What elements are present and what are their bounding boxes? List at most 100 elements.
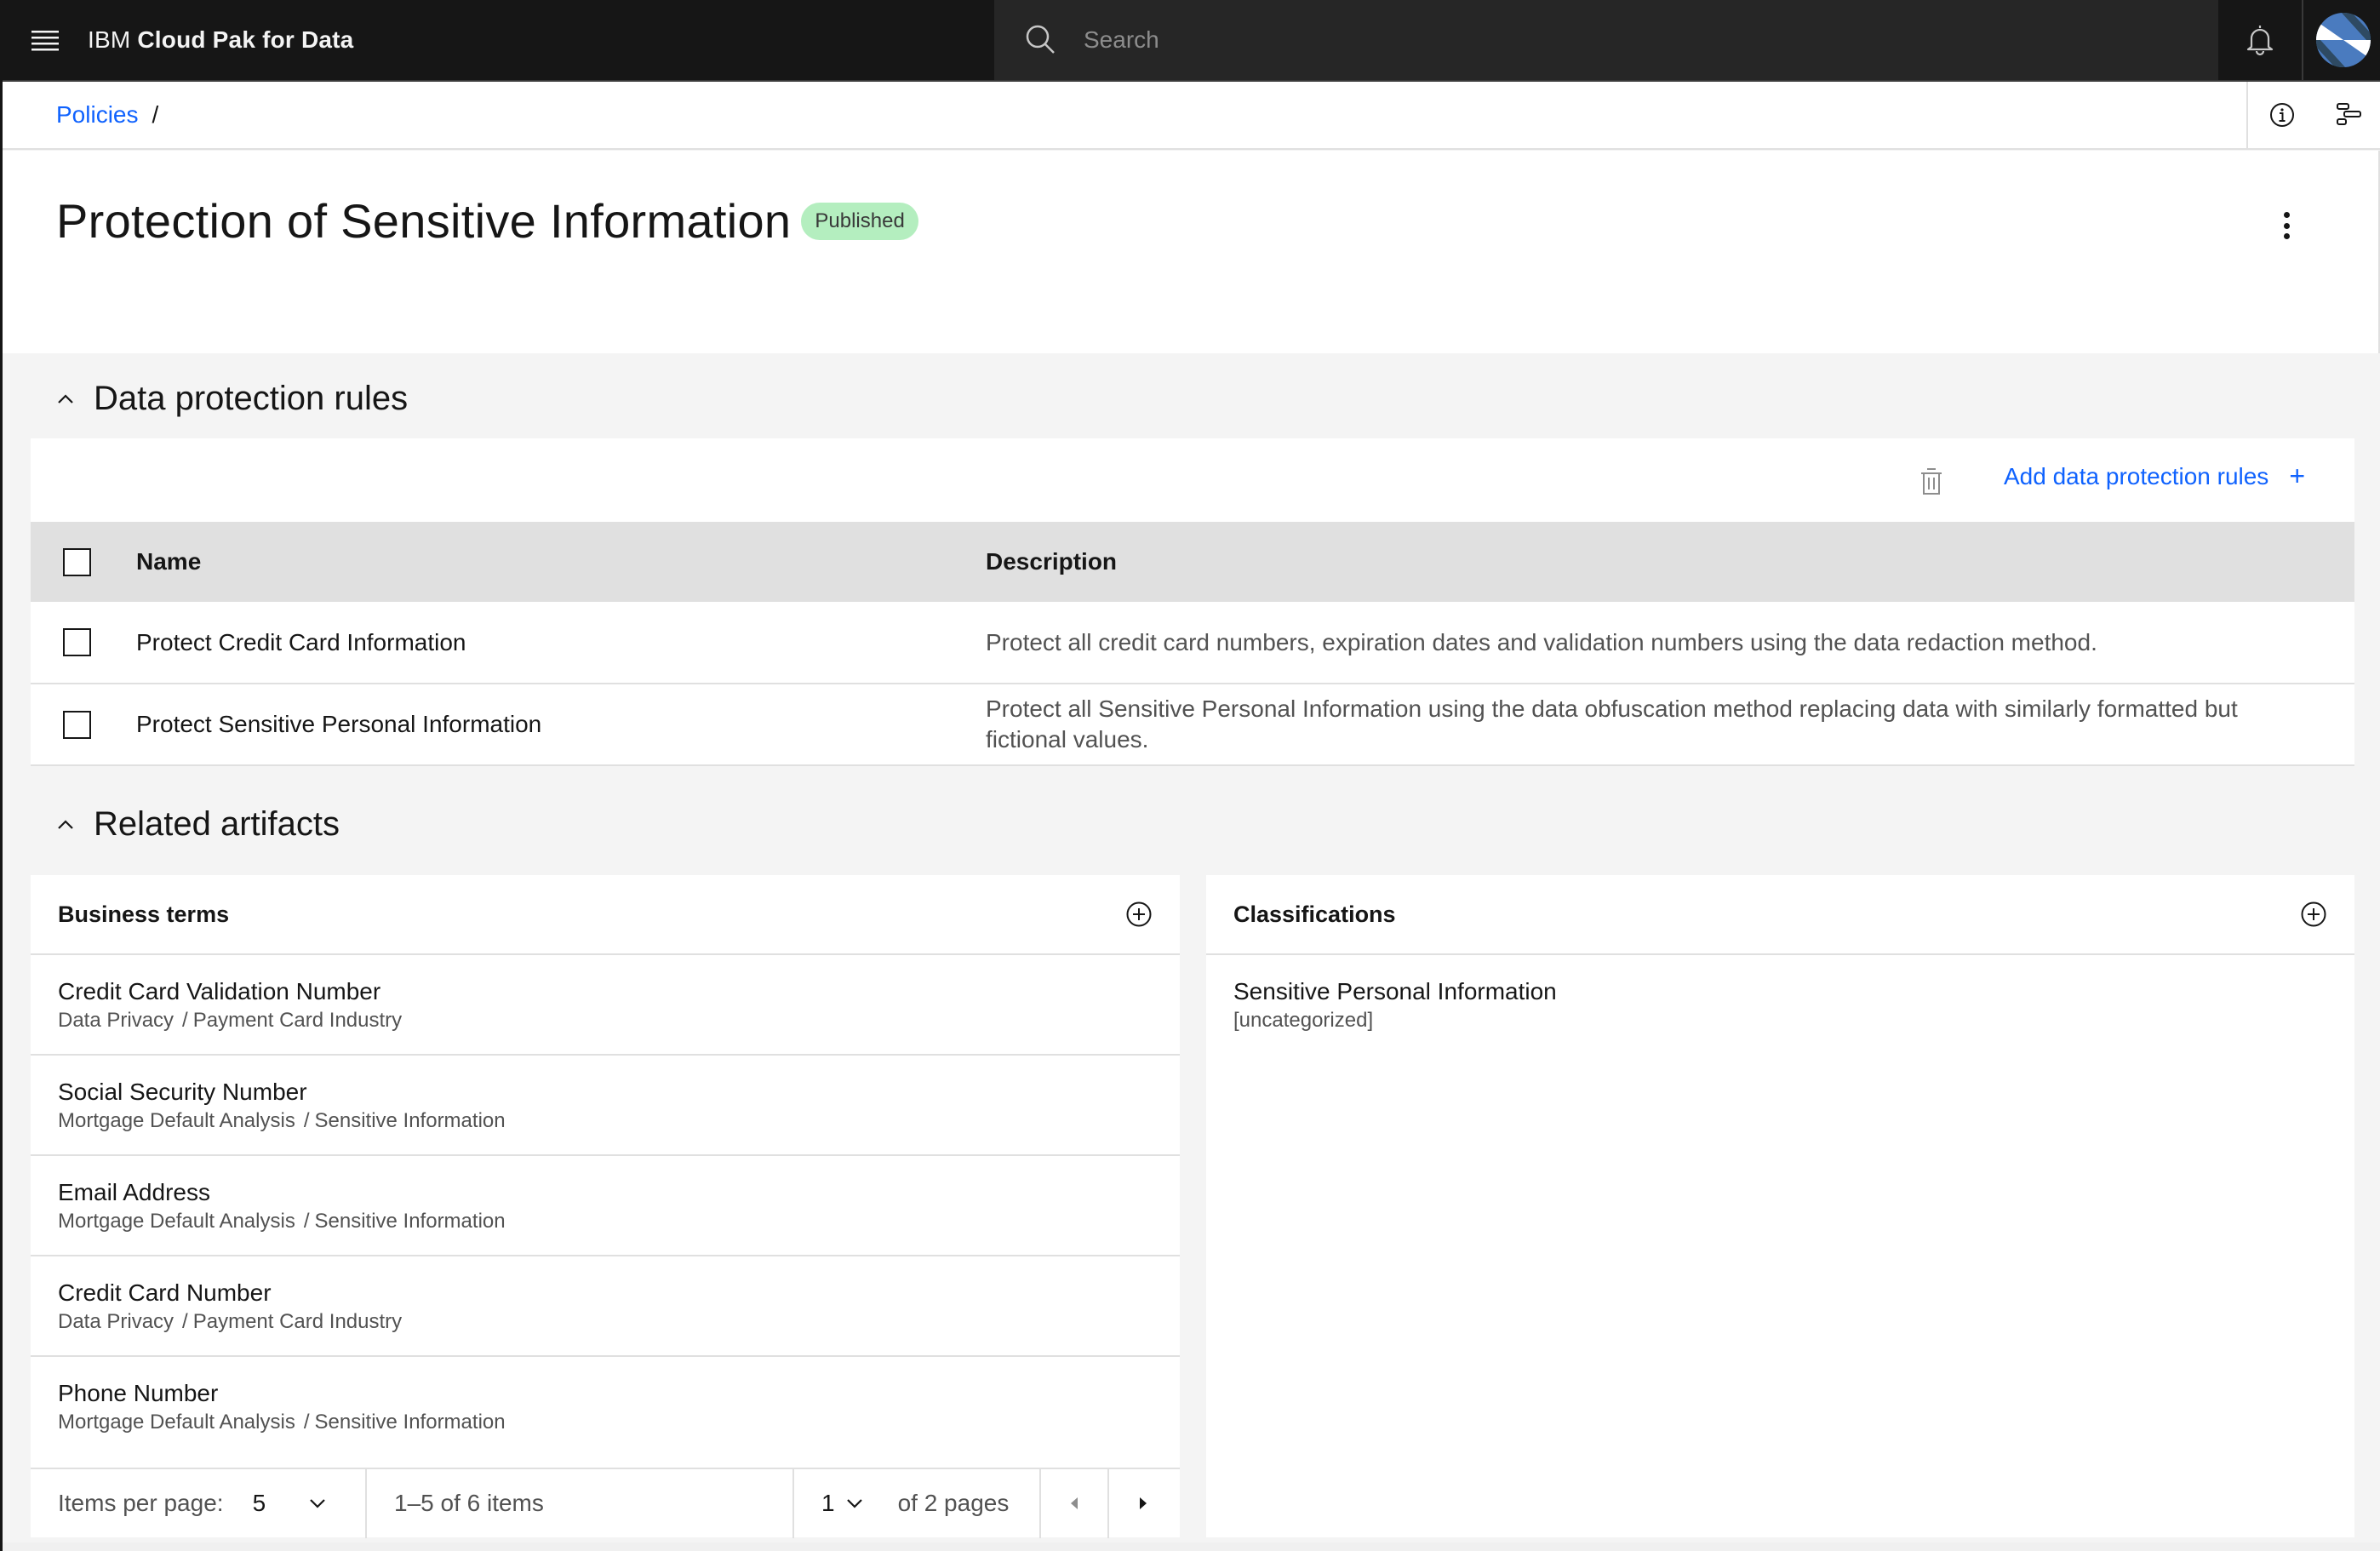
row-checkbox[interactable] [63, 628, 91, 656]
path-separator: / [182, 1009, 188, 1032]
term-path-category: Mortgage Default Analysis [58, 1210, 295, 1233]
row-checkbox-cell [31, 602, 134, 684]
chevron-down-icon[interactable] [308, 1497, 327, 1509]
breadcrumb-bar: Policies / [3, 82, 2380, 150]
term-path-subcategory: Sensitive Information [314, 1411, 506, 1434]
page-actions [2246, 82, 2380, 148]
status-badge: Published [801, 202, 918, 240]
path-separator: / [303, 1210, 310, 1233]
classifications-title: Classifications [1233, 901, 1396, 927]
rules-section-title: Data protection rules [94, 380, 409, 417]
select-all-checkbox[interactable] [63, 547, 91, 576]
item-range: 1–5 of 6 items [367, 1468, 794, 1538]
term-path-category: Data Privacy [58, 1310, 174, 1333]
header-checkbox-cell [31, 522, 134, 602]
breadcrumb-separator: / [152, 101, 159, 128]
row-checkbox[interactable] [63, 710, 91, 739]
term-path: Mortgage Default Analysis / Sensitive Info… [58, 1408, 1153, 1437]
business-terms-title: Business terms [58, 901, 230, 927]
column-header-description[interactable]: Description [986, 522, 2354, 602]
table-row[interactable]: Protect Sensitive Personal Information P… [31, 684, 2354, 766]
business-term-item[interactable]: Credit Card Number Data Privacy / Payment … [31, 1256, 1180, 1357]
page-number-select[interactable]: 1 [821, 1490, 835, 1517]
term-path: Mortgage Default Analysis / Sensitive Info… [58, 1107, 1153, 1136]
term-path: Mortgage Default Analysis / Sensitive Info… [58, 1207, 1153, 1236]
lineage-icon [2336, 103, 2361, 125]
add-rules-button[interactable]: Add data protection rules + [2004, 461, 2305, 492]
page-header: Protection of Sensitive Information Publ… [3, 151, 2380, 353]
classification-name: Sensitive Personal Information [1233, 978, 1557, 1004]
classification-category: [uncategorized] [1233, 1009, 1374, 1032]
rules-toolbar: Add data protection rules + [31, 438, 2354, 522]
chevron-up-icon [58, 393, 73, 403]
rules-table: Name Description Protect Credit Card Inf… [31, 522, 2354, 766]
page-title: Protection of Sensitive Information [56, 194, 792, 248]
overflow-menu-button[interactable] [2269, 205, 2303, 246]
term-path: Data Privacy / Payment Card Industry [58, 1308, 1153, 1336]
term-path: Data Privacy / Payment Card Industry [58, 1006, 1153, 1035]
rules-table-card: Add data protection rules + Name Descrip… [31, 438, 2354, 766]
term-path-category: Mortgage Default Analysis [58, 1411, 295, 1434]
search-input[interactable] [1084, 26, 2105, 54]
next-page-button[interactable] [1109, 1468, 1177, 1538]
global-search [994, 0, 2218, 80]
rules-section-toggle[interactable]: Data protection rules [56, 380, 408, 418]
term-path-category: Mortgage Default Analysis [58, 1109, 295, 1132]
path-separator: / [303, 1109, 310, 1132]
rule-description: Protect all Sensitive Personal Informati… [986, 684, 2354, 766]
business-term-item[interactable]: Phone Number Mortgage Default Analysis / S… [31, 1357, 1180, 1457]
term-name: Credit Card Validation Number [58, 978, 381, 1004]
breadcrumb: Policies / [56, 101, 158, 129]
artifacts-section-title: Related artifacts [94, 805, 340, 843]
add-circle-icon[interactable] [2300, 901, 2327, 928]
chevron-up-icon [58, 819, 73, 829]
overflow-dot [2283, 222, 2290, 229]
term-path-subcategory: Payment Card Industry [192, 1310, 403, 1333]
path-separator: / [303, 1411, 310, 1434]
artifacts-section-toggle[interactable]: Related artifacts [56, 805, 340, 844]
path-separator: / [182, 1310, 188, 1333]
term-path-category: Data Privacy [58, 1009, 174, 1032]
column-header-name[interactable]: Name [134, 522, 986, 602]
business-term-item[interactable]: Credit Card Validation Number Data Priva… [31, 955, 1180, 1056]
business-term-item[interactable]: Social Security Number Mortgage Default … [31, 1056, 1180, 1156]
top-navigation-bar: IBM Cloud Pak for Data [3, 0, 2380, 82]
classification-item[interactable]: Sensitive Personal Information [uncatego… [1206, 955, 2354, 1056]
hamburger-menu-icon [31, 31, 59, 51]
info-button[interactable] [2248, 82, 2315, 148]
product-name[interactable]: IBM Cloud Pak for Data [88, 26, 353, 54]
classifications-panel: Classifications Sensitive Personal Infor… [1206, 875, 2354, 1537]
lineage-button[interactable] [2315, 82, 2380, 148]
rule-name: Protect Credit Card Information [134, 602, 986, 684]
classifications-header: Classifications [1206, 875, 2354, 955]
user-profile-button[interactable] [2302, 0, 2380, 80]
chevron-down-icon[interactable] [845, 1497, 864, 1509]
term-path-subcategory: Payment Card Industry [192, 1009, 403, 1032]
term-path-subcategory: Sensitive Information [314, 1109, 506, 1132]
items-per-page-select[interactable]: 5 [253, 1490, 266, 1517]
delete-icon[interactable] [1919, 467, 1944, 496]
page-selector: 1 of 2 pages [794, 1468, 1041, 1538]
search-icon [1026, 25, 1055, 54]
bell-icon [2246, 26, 2274, 56]
main-menu-button[interactable] [3, 0, 88, 81]
term-name: Credit Card Number [58, 1279, 272, 1306]
term-path-subcategory: Sensitive Information [314, 1210, 506, 1233]
plus-icon: + [2289, 461, 2305, 491]
brand-product: Cloud Pak for Data [137, 26, 354, 53]
row-checkbox-cell [31, 684, 134, 766]
items-per-page: Items per page: 5 [31, 1468, 367, 1538]
previous-page-button[interactable] [1041, 1468, 1109, 1538]
rule-name: Protect Sensitive Personal Information [134, 684, 986, 766]
items-per-page-label: Items per page: [58, 1490, 224, 1516]
add-circle-icon[interactable] [1125, 901, 1153, 928]
user-avatar [2315, 13, 2371, 67]
business-terms-header: Business terms [31, 875, 1180, 955]
add-rules-label: Add data protection rules [2004, 462, 2269, 489]
table-row[interactable]: Protect Credit Card Information Protect … [31, 602, 2354, 684]
notifications-button[interactable] [2219, 0, 2301, 80]
caret-left-icon [1071, 1497, 1078, 1509]
business-terms-panel: Business terms Credit Card Validation Nu… [31, 875, 1180, 1538]
breadcrumb-link-policies[interactable]: Policies [56, 101, 138, 129]
business-term-item[interactable]: Email Address Mortgage Default Analysis /… [31, 1156, 1180, 1256]
